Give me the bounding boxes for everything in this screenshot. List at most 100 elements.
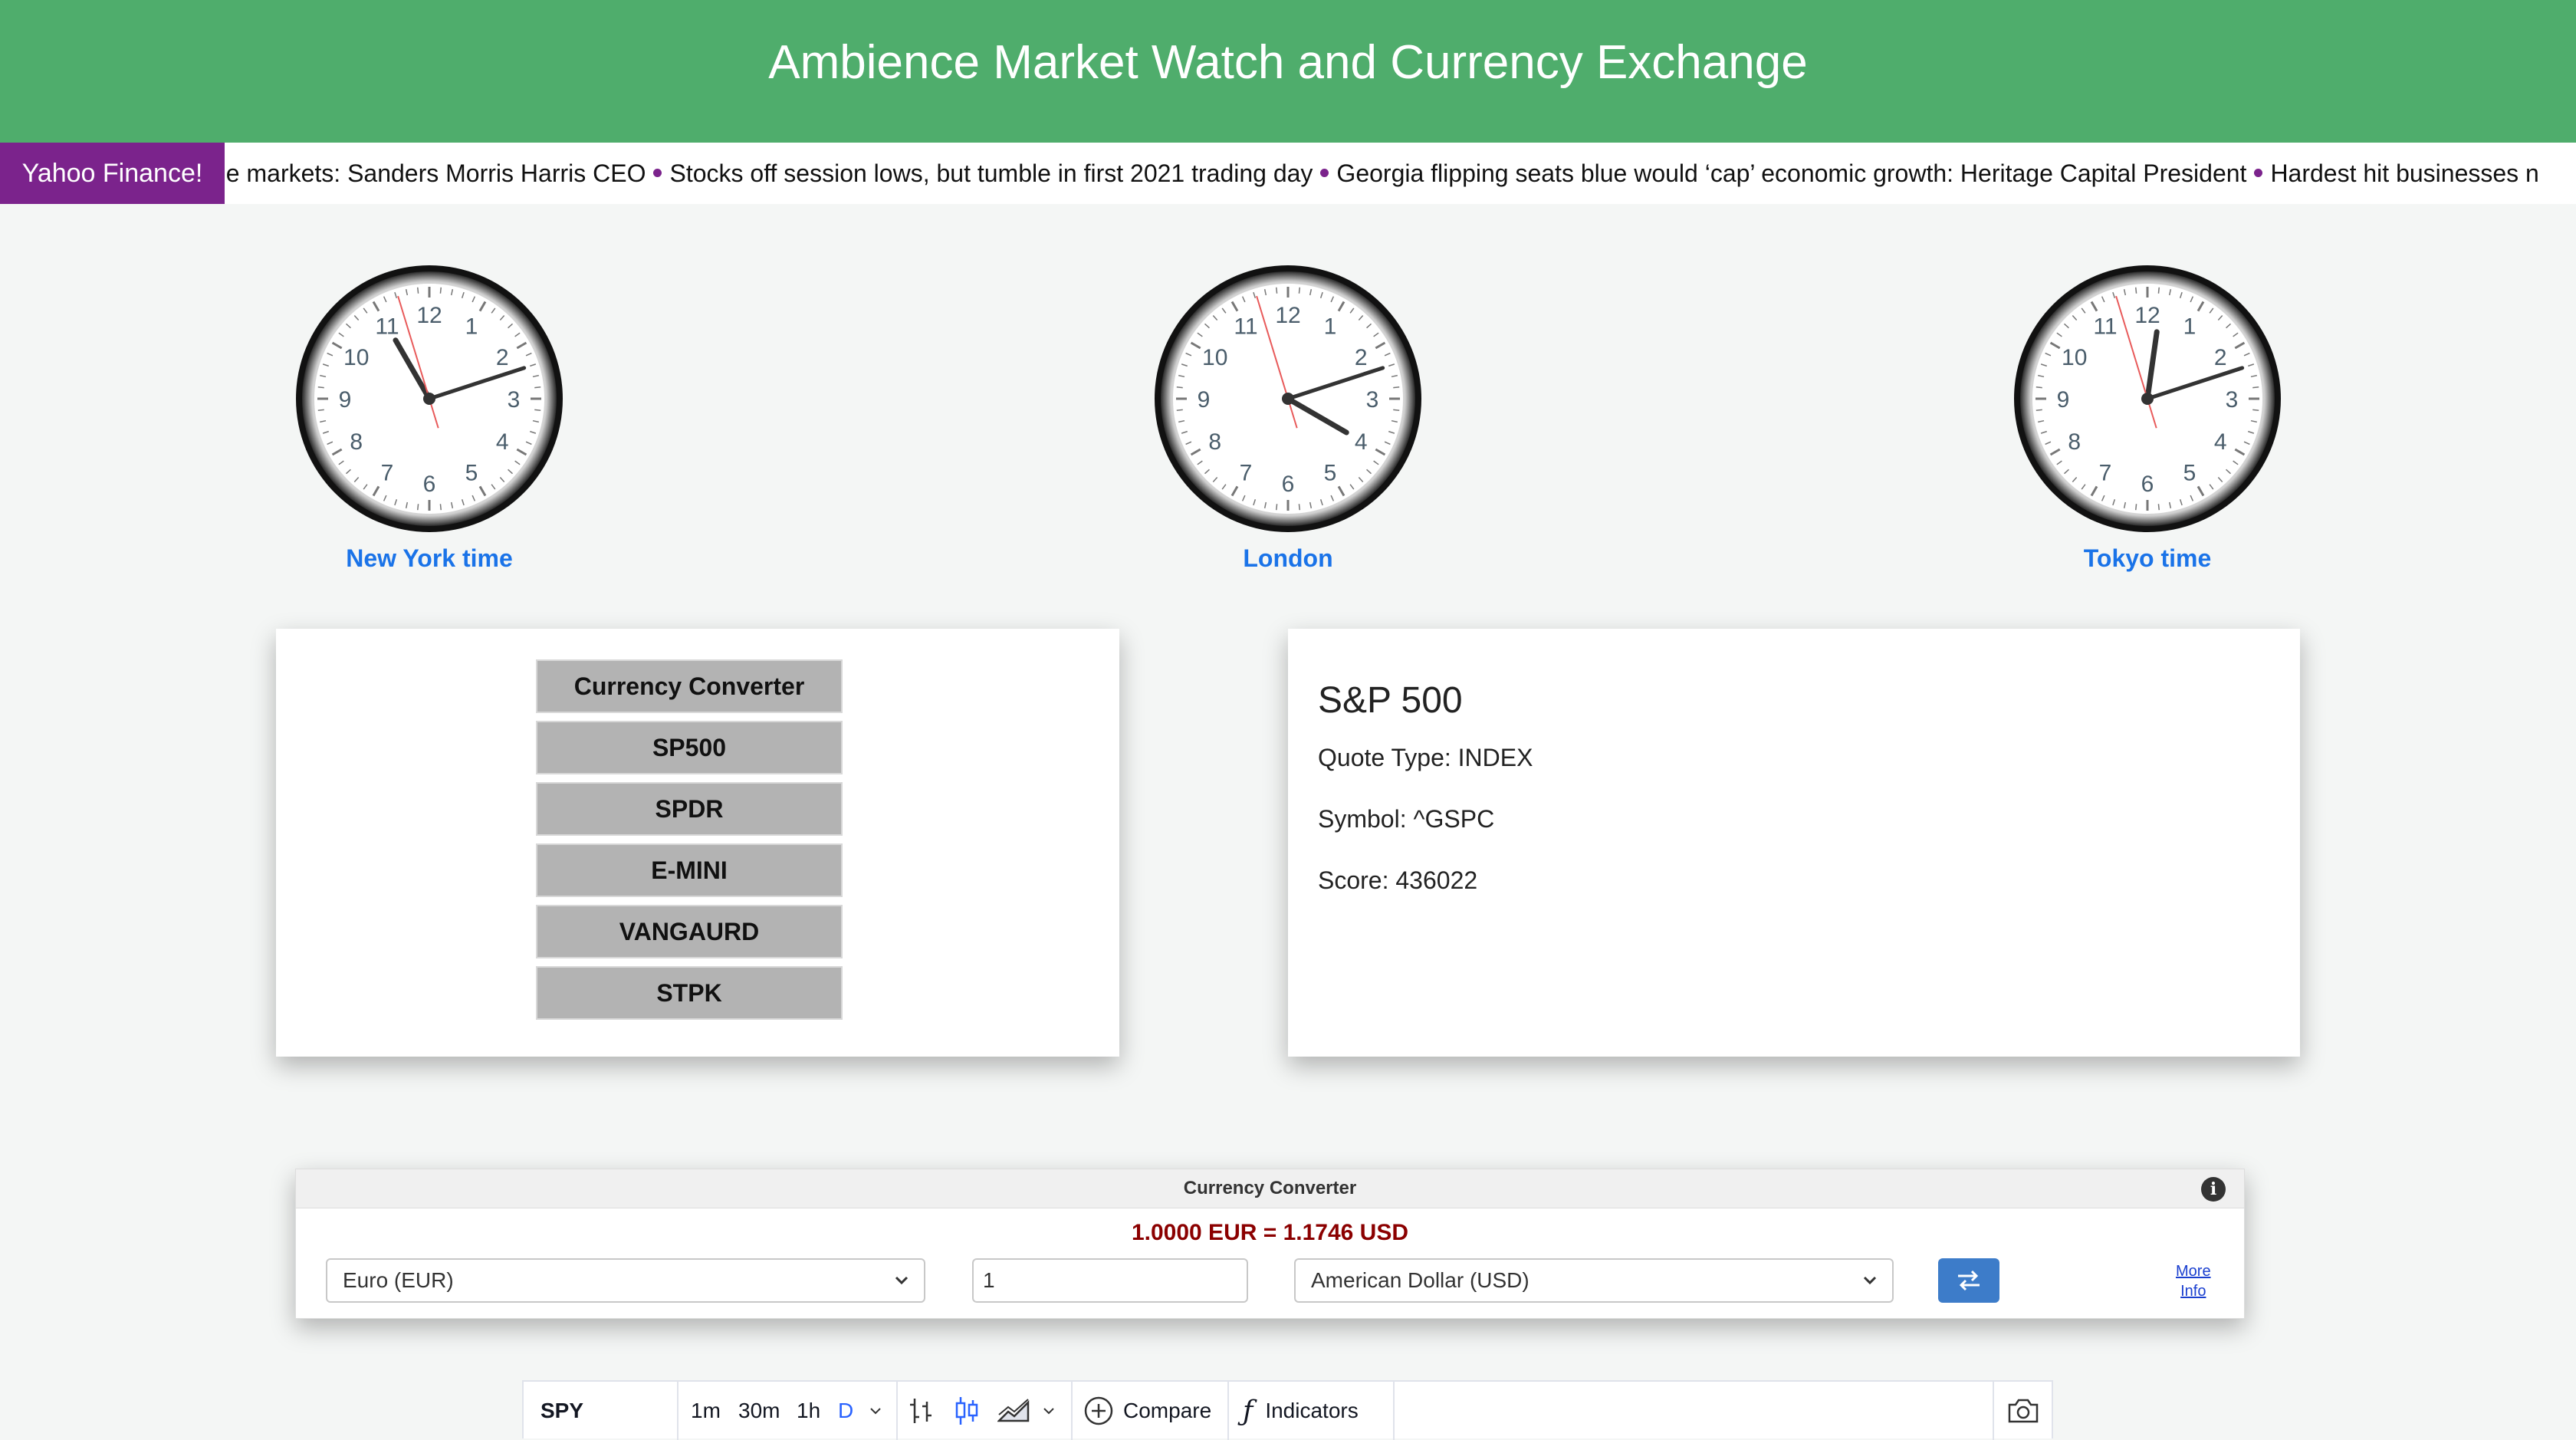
svg-text:4: 4 [496,429,509,455]
svg-text:2: 2 [496,345,509,370]
indicators-label: Indicators [1265,1399,1359,1422]
bullet-icon [653,168,662,177]
ticker-track: he markets: Sanders Morris Harris CEO Sto… [225,159,2539,188]
svg-text:9: 9 [2057,387,2070,413]
svg-text:5: 5 [1324,460,1337,485]
info-icon[interactable]: i [2201,1177,2226,1202]
ticker-item[interactable]: Hardest hit businesses n [2270,159,2538,187]
chart-type-dropdown[interactable] [1040,1382,1057,1440]
quote-type: Quote Type: INDEX [1318,744,1533,771]
news-ticker: Yahoo Finance! he markets: Sanders Morri… [0,143,2576,204]
analog-clock-icon: 12 1234567891011 [1155,265,1421,532]
svg-text:11: 11 [1234,314,1257,340]
analog-clock-icon: 12 12 3 45 6 78 9 1011 [2014,265,2281,532]
camera-icon [2008,1399,2039,1423]
svg-text:8: 8 [2068,429,2081,455]
svg-text:5: 5 [2183,460,2196,485]
svg-text:3: 3 [2226,387,2239,413]
svg-text:12: 12 [1275,303,1300,328]
svg-text:4: 4 [1355,429,1368,455]
area-chart-type-button[interactable] [997,1382,1031,1440]
svg-text:6: 6 [1282,472,1295,497]
function-icon: ƒ [1243,1395,1254,1427]
to-currency-select[interactable]: American Dollar (USD) [1294,1258,1894,1303]
interval-30m[interactable]: 30m [738,1382,780,1440]
more-info-line: More [2176,1263,2211,1280]
swap-currencies-button[interactable] [1938,1258,1999,1303]
chevron-down-icon [870,1408,881,1415]
candles-icon [955,1397,978,1425]
stpk-button[interactable]: STPK [536,966,843,1020]
svg-text:7: 7 [381,460,394,485]
svg-text:6: 6 [2141,472,2154,497]
clock-label: London [1243,544,1333,572]
svg-text:8: 8 [350,429,363,455]
screenshot-button[interactable] [2006,1382,2040,1440]
candle-chart-type-button[interactable] [953,1382,981,1440]
svg-text:2: 2 [1355,345,1368,370]
analog-clock-icon: 12 12 3 45 6 78 9 1011 [296,265,563,532]
interval-1m[interactable]: 1m [691,1382,721,1440]
e-mini-button[interactable]: E-MINI [536,843,843,897]
svg-text:9: 9 [1198,387,1211,413]
from-currency-select[interactable]: Euro (EUR) [326,1258,925,1303]
quote-title: S&P 500 [1318,680,1463,721]
svg-text:7: 7 [2099,460,2112,485]
svg-text:11: 11 [375,314,399,340]
svg-text:1: 1 [465,314,478,340]
svg-text:4: 4 [2214,429,2227,455]
converter-title: Currency Converter [296,1169,2244,1208]
ticker-item[interactable]: Georgia flipping seats blue would ‘cap’ … [1336,159,2246,187]
svg-text:10: 10 [343,345,369,370]
svg-text:6: 6 [423,472,436,497]
index-menu-panel: Currency Converter SP500 SPDR E-MINI VAN… [276,629,1119,1057]
clock-label: Tokyo time [2083,544,2212,572]
interval-1h[interactable]: 1h [797,1382,820,1440]
quote-score: Score: 436022 [1318,866,1478,894]
compare-button[interactable]: Compare [1083,1382,1211,1440]
more-info-link[interactable]: More Info [2176,1261,2211,1301]
bullet-icon [1320,168,1329,177]
vangaurd-button[interactable]: VANGAURD [536,905,843,958]
bar-chart-type-button[interactable] [907,1382,935,1440]
chevron-down-icon [895,1276,909,1285]
svg-text:1: 1 [1324,314,1337,340]
plus-circle-icon [1084,1396,1113,1425]
svg-text:3: 3 [508,387,521,413]
ticker-item[interactable]: Stocks off session lows, but tumble in f… [669,159,1313,187]
svg-text:10: 10 [2062,345,2087,370]
svg-text:12: 12 [2134,303,2160,328]
svg-text:5: 5 [465,460,478,485]
svg-text:11: 11 [2093,314,2117,340]
svg-text:3: 3 [1366,387,1379,413]
svg-text:2: 2 [2214,345,2227,370]
sp500-button[interactable]: SP500 [536,721,843,774]
amount-value: 1 [983,1268,995,1292]
chevron-down-icon [1043,1408,1054,1415]
interval-dropdown[interactable] [867,1382,884,1440]
swap-arrows-icon [1958,1270,1980,1291]
amount-input[interactable]: 1 [972,1258,1248,1303]
indicators-button[interactable]: ƒ Indicators [1243,1382,1359,1440]
currency-converter-widget: Currency Converter i 1.0000 EUR = 1.1746… [295,1169,2245,1319]
interval-d[interactable]: D [838,1382,853,1440]
svg-text:9: 9 [339,387,352,413]
clock-new-york: 12 1 2 3 4 5 6 7 8 9 10 11 New York time [294,264,564,573]
symbol-search[interactable]: SPY [540,1382,583,1440]
conversion-result: 1.0000 EUR = 1.1746 USD [1131,1220,1409,1245]
svg-text:1: 1 [2183,314,2196,340]
clock-tokyo: 12 1 2 3 4 5 6 7 8 9 10 11 Tokyo time [2013,264,2282,573]
bars-icon [910,1399,932,1423]
chart-toolbar: SPY 1m 30m 1h D Compare ƒ Indicators [522,1380,2053,1440]
more-info-line: Info [2180,1283,2206,1300]
quote-symbol: Symbol: ^GSPC [1318,805,1495,833]
ticker-item[interactable]: he markets: Sanders Morris Harris CEO [225,159,646,187]
header-banner: Ambience Market Watch and Currency Excha… [0,0,2576,143]
ticker-label: Yahoo Finance! [0,143,225,204]
svg-text:12: 12 [416,303,442,328]
svg-text:8: 8 [1208,429,1221,455]
currency-converter-button[interactable]: Currency Converter [536,659,843,713]
chevron-down-icon [1863,1276,1877,1285]
svg-text:7: 7 [1240,460,1253,485]
spdr-button[interactable]: SPDR [536,782,843,836]
